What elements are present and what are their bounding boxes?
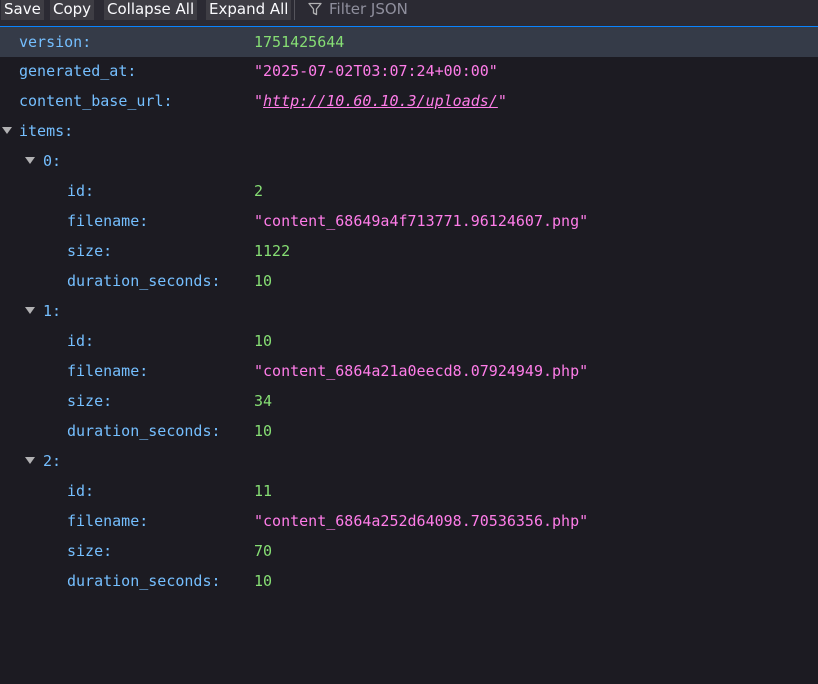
json-row-id[interactable]: id: 2: [0, 176, 818, 206]
json-row-version[interactable]: version: 1751425644: [0, 27, 818, 57]
json-key: 0:: [43, 152, 62, 170]
json-value: 34: [254, 392, 273, 410]
expand-triangle-icon[interactable]: [25, 157, 35, 164]
json-key: size:: [67, 542, 113, 560]
collapse-all-button[interactable]: Collapse All: [104, 0, 198, 20]
json-value: 11: [254, 482, 273, 500]
expand-all-button[interactable]: Expand All: [206, 0, 292, 20]
json-row-item-2[interactable]: 2:: [0, 446, 818, 476]
json-key: content_base_url:: [19, 92, 173, 110]
json-key: duration_seconds:: [67, 272, 221, 290]
json-row-duration-seconds[interactable]: duration_seconds: 10: [0, 416, 818, 446]
quote-open: ": [254, 92, 264, 110]
json-key: size:: [67, 242, 113, 260]
json-key: size:: [67, 392, 113, 410]
json-row-size[interactable]: size: 1122: [0, 236, 818, 266]
json-value: 10: [254, 422, 273, 440]
json-key: generated_at:: [19, 62, 137, 80]
content-base-url-link[interactable]: http://10.60.10.3/uploads/: [263, 92, 498, 110]
expand-triangle-icon[interactable]: [2, 127, 12, 134]
filter-funnel-icon[interactable]: [307, 1, 323, 17]
json-row-item-1[interactable]: 1:: [0, 296, 818, 326]
json-value: 10: [254, 272, 273, 290]
json-value: 10: [254, 332, 273, 350]
json-viewer-toolbar: Save Copy Collapse All Expand All Filter…: [0, 0, 818, 26]
json-key: version:: [19, 33, 92, 51]
json-value: "content_68649a4f713771.96124607.png": [254, 212, 589, 230]
json-value: 70: [254, 542, 273, 560]
json-key: filename:: [67, 512, 149, 530]
json-key: id:: [67, 182, 95, 200]
json-value: "http://10.60.10.3/uploads/": [254, 86, 507, 116]
json-value: 1751425644: [254, 33, 345, 51]
json-key: duration_seconds:: [67, 422, 221, 440]
json-row-id[interactable]: id: 10: [0, 326, 818, 356]
json-key: filename:: [67, 212, 149, 230]
json-value: "content_6864a21a0eecd8.07924949.php": [254, 362, 589, 380]
json-key: items:: [19, 122, 74, 140]
json-row-filename[interactable]: filename: "content_6864a21a0eecd8.079249…: [0, 356, 818, 386]
copy-button[interactable]: Copy: [50, 0, 95, 20]
expand-triangle-icon[interactable]: [25, 457, 35, 464]
json-row-filename[interactable]: filename: "content_68649a4f713771.961246…: [0, 206, 818, 236]
json-row-filename[interactable]: filename: "content_6864a252d64098.705363…: [0, 506, 818, 536]
quote-close: ": [497, 92, 507, 110]
save-button[interactable]: Save: [1, 0, 44, 20]
json-row-generated-at[interactable]: generated_at: "2025-07-02T03:07:24+00:00…: [0, 56, 818, 86]
filter-json-input[interactable]: Filter JSON: [329, 0, 408, 20]
json-value: "2025-07-02T03:07:24+00:00": [254, 62, 498, 80]
json-row-duration-seconds[interactable]: duration_seconds: 10: [0, 566, 818, 596]
json-value: 1122: [254, 242, 291, 260]
json-row-id[interactable]: id: 11: [0, 476, 818, 506]
json-key: 1:: [43, 302, 62, 320]
json-row-duration-seconds[interactable]: duration_seconds: 10: [0, 266, 818, 296]
json-row-size[interactable]: size: 70: [0, 536, 818, 566]
json-value: 10: [254, 572, 273, 590]
json-key: duration_seconds:: [67, 572, 221, 590]
json-key: id:: [67, 482, 95, 500]
toolbar-divider: [294, 0, 295, 20]
json-value: 2: [254, 182, 264, 200]
json-row-size[interactable]: size: 34: [0, 386, 818, 416]
json-row-content-base-url[interactable]: content_base_url: "http://10.60.10.3/upl…: [0, 86, 818, 116]
json-value: "content_6864a252d64098.70536356.php": [254, 512, 589, 530]
json-row-item-0[interactable]: 0:: [0, 146, 818, 176]
json-key: id:: [67, 332, 95, 350]
expand-triangle-icon[interactable]: [25, 307, 35, 314]
json-row-items[interactable]: items:: [0, 116, 818, 146]
json-key: filename:: [67, 362, 149, 380]
json-key: 2:: [43, 452, 62, 470]
